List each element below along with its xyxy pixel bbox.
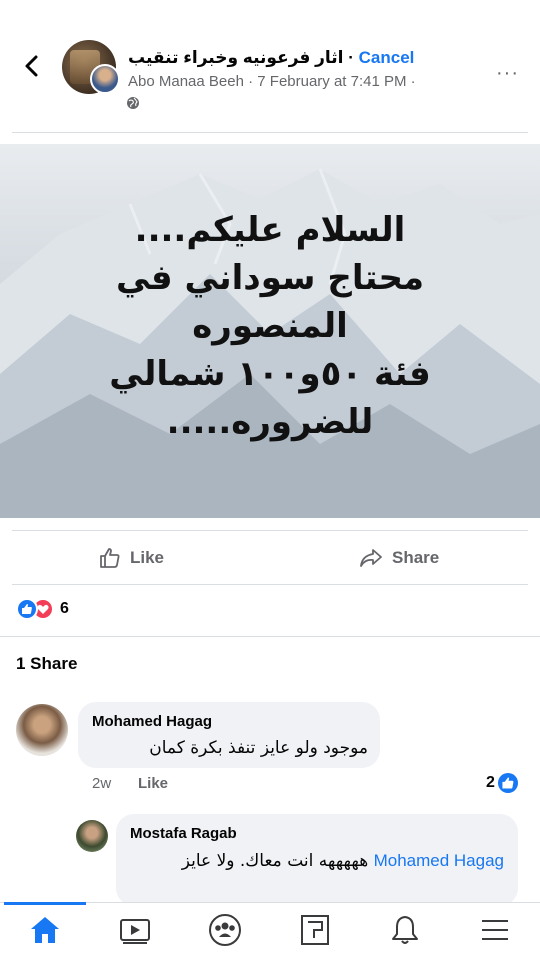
meta-separator: · [243, 73, 258, 90]
notifications-icon[interactable] [385, 910, 425, 950]
header-divider [12, 132, 528, 133]
meta-separator-2: · [406, 73, 416, 90]
post-meta: Abo Manaa Beeh · 7 February at 7:41 PM · [128, 73, 416, 90]
actions-divider-top [12, 530, 528, 531]
reactions-divider [0, 636, 540, 637]
commenter-avatar[interactable] [16, 704, 68, 756]
replier-avatar[interactable] [76, 820, 108, 852]
reply-body: هههههه انت معاك. ولا عايز [181, 851, 369, 871]
reaction-count: 6 [60, 600, 69, 617]
shares-count[interactable]: 1 Share [16, 654, 77, 674]
mention-link[interactable]: Mohamed Hagag [374, 851, 504, 870]
like-label: Like [130, 548, 165, 567]
like-button[interactable]: Like [98, 544, 164, 572]
post-header: اثار فرعونيه وخبراء تنقيب · Cancel Abo M… [0, 0, 540, 132]
comment-like-button[interactable]: Like [138, 775, 168, 792]
share-button[interactable]: Share [358, 544, 439, 572]
post-line: فئة ٥٠و١٠٠ شمالي [109, 354, 431, 394]
share-label: Share [392, 548, 440, 567]
like-reaction-icon [16, 598, 38, 620]
post-line: السلام عليكم.... [134, 210, 406, 250]
pages-icon[interactable] [295, 910, 335, 950]
comment-bubble[interactable] [78, 702, 380, 768]
thumbs-up-icon [100, 548, 120, 568]
menu-icon[interactable] [475, 910, 515, 950]
globe-icon [127, 97, 139, 109]
group-name[interactable]: اثار فرعونيه وخبراء تنقيب [128, 48, 344, 67]
comment-reaction-count: 2 [486, 774, 495, 791]
post-text: السلام عليكم.... محتاج سوداني في المنصور… [0, 206, 540, 446]
post-line: المنصوره [192, 306, 348, 346]
video-icon[interactable] [115, 910, 155, 950]
comment-time: 2w [92, 775, 112, 792]
reply-text: Mohamed Hagag هههههه انت معاك. ولا عايز [130, 848, 504, 874]
reactions-summary[interactable]: 6 [16, 598, 69, 620]
author-name[interactable]: Abo Manaa Beeh [128, 73, 244, 90]
more-options-button[interactable]: ··· [496, 62, 519, 85]
replier-name[interactable]: Mostafa Ragab [130, 825, 237, 842]
share-arrow-icon [360, 549, 382, 567]
chevron-left-icon[interactable] [18, 52, 46, 80]
post-line: محتاج سوداني في [115, 258, 425, 298]
comment-text: موجود ولو عايز تنفذ بكرة كمان [149, 738, 368, 758]
post-line: للضروره..... [166, 402, 374, 442]
groups-icon[interactable] [205, 910, 245, 950]
post-title-line: اثار فرعونيه وخبراء تنقيب · Cancel [128, 48, 488, 68]
commenter-name[interactable]: Mohamed Hagag [92, 713, 212, 730]
post-image[interactable]: السلام عليكم.... محتاج سوداني في المنصور… [0, 144, 540, 518]
active-tab-indicator [4, 902, 86, 905]
post-timestamp[interactable]: 7 February at 7:41 PM [257, 73, 406, 90]
bottom-nav [0, 902, 540, 960]
actions-divider-bottom [12, 584, 528, 585]
author-avatar[interactable] [90, 64, 120, 94]
comment-reactions[interactable]: 2 [486, 773, 518, 793]
cancel-button[interactable]: Cancel [359, 48, 415, 67]
like-reaction-icon [497, 773, 518, 793]
home-icon[interactable] [25, 910, 65, 950]
title-separator: · [343, 48, 359, 67]
